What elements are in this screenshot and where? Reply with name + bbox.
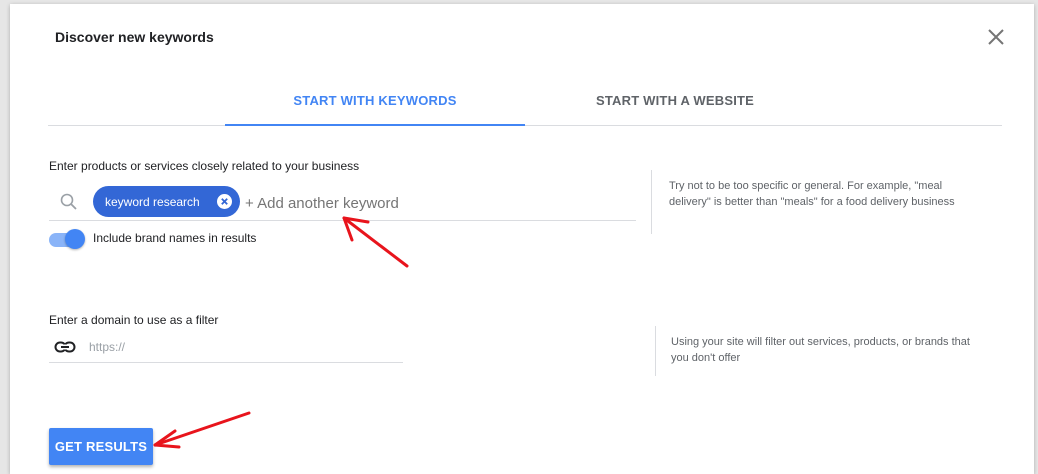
brand-names-toggle-label: Include brand names in results xyxy=(93,231,257,245)
keyword-chip[interactable]: keyword research xyxy=(93,186,240,217)
domain-input-field[interactable] xyxy=(49,334,403,363)
tab-start-with-website[interactable]: START WITH A WEBSITE xyxy=(525,90,825,126)
domain-field-label: Enter a domain to use as a filter xyxy=(49,313,219,327)
tab-bar: START WITH KEYWORDS START WITH A WEBSITE xyxy=(48,90,1002,126)
keywords-field-label: Enter products or services closely relat… xyxy=(49,159,360,173)
keyword-chip-label: keyword research xyxy=(105,194,200,209)
discover-keywords-dialog: Discover new keywords START WITH KEYWORD… xyxy=(10,4,1034,474)
toggle-knob xyxy=(65,229,85,249)
add-keyword-input[interactable] xyxy=(245,192,625,214)
domain-hint: Using your site will filter out services… xyxy=(671,336,970,364)
brand-names-toggle[interactable] xyxy=(49,229,85,249)
keywords-hint: Try not to be too specific or general. F… xyxy=(669,180,955,208)
close-circle-icon[interactable] xyxy=(217,194,232,209)
vertical-divider xyxy=(651,170,652,234)
keyword-input-field[interactable]: keyword research xyxy=(49,184,636,221)
search-icon xyxy=(60,193,77,210)
dialog-title: Discover new keywords xyxy=(55,29,214,45)
get-results-button[interactable]: GET RESULTS xyxy=(49,428,153,465)
domain-input[interactable] xyxy=(89,338,389,356)
tab-start-with-keywords[interactable]: START WITH KEYWORDS xyxy=(225,90,525,126)
vertical-divider xyxy=(655,326,656,376)
link-icon xyxy=(54,341,76,353)
close-icon[interactable] xyxy=(985,26,1007,48)
